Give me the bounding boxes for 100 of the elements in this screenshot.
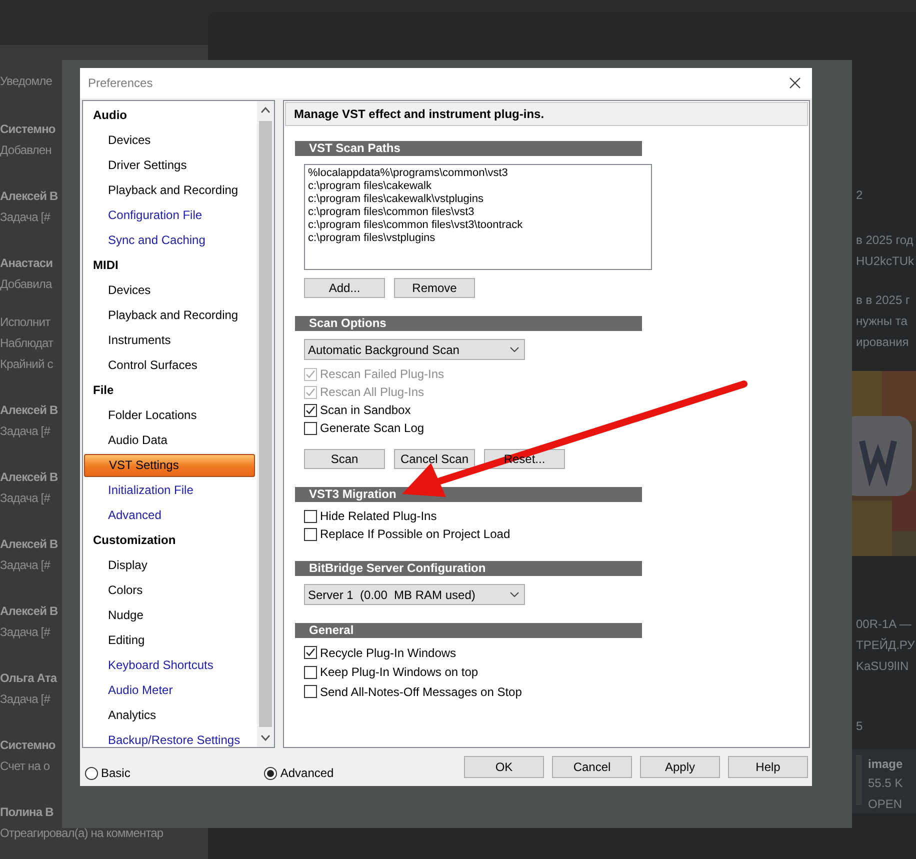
notifications-heading: Уведомле xyxy=(0,73,52,90)
tree-group[interactable]: File xyxy=(83,378,257,403)
page-description: Manage VST effect and instrument plug-ins. xyxy=(285,102,808,126)
tree-item[interactable]: Analytics xyxy=(83,703,257,728)
notification-text: Задача [# xyxy=(0,557,50,574)
window-title: Preferences xyxy=(88,76,153,90)
message-text: KaSU9lIN xyxy=(855,658,909,675)
section-header: VST3 Migration xyxy=(295,487,642,502)
notification-text: Счет на о xyxy=(0,758,50,775)
tree-item[interactable]: Driver Settings xyxy=(83,153,257,178)
dialog-button[interactable]: OK xyxy=(464,756,544,778)
tree-item[interactable]: Audio Meter xyxy=(83,678,257,703)
tree-item[interactable]: Keyboard Shortcuts xyxy=(83,653,257,678)
checkbox[interactable]: Recycle Plug-In Windows xyxy=(304,643,456,662)
tree-item[interactable]: Display xyxy=(83,553,257,578)
notification-text: Задача [# xyxy=(0,490,50,507)
path-list[interactable] xyxy=(304,164,652,270)
path-entry[interactable]: c:\program files\common files\vst3\toontrack xyxy=(308,219,523,232)
tree-item[interactable]: Playback and Recording xyxy=(83,178,257,203)
scrollbar-thumb[interactable] xyxy=(259,121,272,727)
message-text: в 2025 год xyxy=(855,232,914,249)
date-label: 5 xyxy=(856,718,863,735)
action-button[interactable]: Remove xyxy=(394,278,475,298)
checkbox[interactable]: Hide Related Plug-Ins xyxy=(304,507,437,525)
action-button[interactable]: Add... xyxy=(304,278,385,298)
caret-icon xyxy=(510,347,519,352)
file-card[interactable]: image 55.5 K OPEN xyxy=(852,749,916,813)
path-entry[interactable]: c:\program files\cakewalk\vstplugins xyxy=(308,193,484,206)
tree-item[interactable]: Configuration File xyxy=(83,203,257,228)
checkmark-icon xyxy=(305,404,316,416)
radio-button[interactable]: Advanced xyxy=(264,766,334,780)
tree-item[interactable]: Editing xyxy=(83,628,257,653)
file-size: 55.5 K xyxy=(868,775,903,792)
close-icon[interactable] xyxy=(789,77,801,89)
checkbox[interactable]: Generate Scan Log xyxy=(304,419,424,437)
tree-item[interactable]: Backup/Restore Settings xyxy=(83,728,257,753)
sender-name: Системно xyxy=(0,737,56,754)
message-text: нужны та xyxy=(855,313,908,330)
section-header: BitBridge Server Configuration xyxy=(295,561,642,576)
checkmark-icon xyxy=(305,368,316,380)
notification-text: Добавлен xyxy=(0,142,52,159)
checkmark-icon xyxy=(305,647,316,658)
action-button[interactable]: Scan xyxy=(304,449,385,469)
file-name: image xyxy=(868,756,903,773)
tree-item[interactable]: Control Surfaces xyxy=(83,353,257,378)
path-entry[interactable]: %localappdata%\programs\common\vst3 xyxy=(308,167,508,180)
sender-name: Алексей В xyxy=(0,469,58,486)
notification-text: Наблюдат xyxy=(0,335,54,352)
tree-item[interactable]: Audio Data xyxy=(83,428,257,453)
notification-text: Отреагировал(а) на комментар xyxy=(0,825,164,842)
dropdown[interactable]: Server 1 (0.00 MB RAM used) xyxy=(304,584,525,605)
tree-item[interactable]: VST Settings xyxy=(84,454,255,477)
tree-item[interactable]: Folder Locations xyxy=(83,403,257,428)
checkbox[interactable]: Scan in Sandbox xyxy=(304,401,411,419)
tree-item[interactable]: Devices xyxy=(83,128,257,153)
notification-text: Крайний с xyxy=(0,356,53,373)
notification-text: Добавила xyxy=(0,276,52,293)
sender-name: Алексей В xyxy=(0,536,58,553)
message-text: ирования xyxy=(855,334,909,351)
action-button[interactable]: Cancel Scan xyxy=(394,449,475,469)
message-text: 00R-1A — xyxy=(855,616,912,633)
tree-item[interactable]: Initialization File xyxy=(83,478,257,503)
radio-button[interactable]: Basic xyxy=(85,766,130,780)
sender-name: Ольга Ата xyxy=(0,670,57,687)
tree-item[interactable]: Sync and Caching xyxy=(83,228,257,253)
tree-group[interactable]: Audio xyxy=(83,103,257,128)
dialog-button[interactable]: Apply xyxy=(640,756,720,778)
caret-icon xyxy=(510,592,519,597)
tree-group[interactable]: Customization xyxy=(83,528,257,553)
dialog-button[interactable]: Cancel xyxy=(552,756,632,778)
checkbox[interactable]: Send All-Notes-Off Messages on Stop xyxy=(304,682,522,702)
dropdown[interactable]: Automatic Background Scan xyxy=(304,339,525,360)
sender-name: Системно xyxy=(0,121,56,138)
path-entry[interactable]: c:\program files\cakewalk xyxy=(308,180,432,193)
dialog-button[interactable]: Help xyxy=(728,756,808,778)
tree-group[interactable]: MIDI xyxy=(83,253,257,278)
tree-item[interactable]: Playback and Recording xyxy=(83,303,257,328)
checkmark-icon xyxy=(305,386,316,398)
checkbox[interactable]: Replace If Possible on Project Load xyxy=(304,525,510,543)
tree-item[interactable]: Devices xyxy=(83,278,257,303)
tree-item[interactable]: Advanced xyxy=(83,503,257,528)
section-header: General xyxy=(295,623,642,638)
notification-text: Задача [# xyxy=(0,423,50,440)
message-text: в в 2025 г xyxy=(855,292,910,309)
section-header: VST Scan Paths xyxy=(295,141,642,156)
scroll-up-icon[interactable] xyxy=(261,107,270,113)
notification-text: Задача [# xyxy=(0,624,50,641)
notification-text: Задача [# xyxy=(0,209,50,226)
message-text: HU2kcTUk xyxy=(855,253,914,270)
path-entry[interactable]: c:\program files\vstplugins xyxy=(308,232,436,245)
tree-item[interactable]: Nudge xyxy=(83,603,257,628)
date-label: 2 xyxy=(856,187,863,204)
tree-item[interactable]: Colors xyxy=(83,578,257,603)
tree-item[interactable]: Instruments xyxy=(83,328,257,353)
path-entry[interactable]: c:\program files\common files\vst3 xyxy=(308,206,474,219)
sender-name: Алексей В xyxy=(0,603,58,620)
checkbox[interactable]: Keep Plug-In Windows on top xyxy=(304,662,478,682)
sender-name: Анастаси xyxy=(0,255,53,272)
sender-name: Полина В xyxy=(0,804,54,821)
scroll-down-icon[interactable] xyxy=(261,735,270,741)
